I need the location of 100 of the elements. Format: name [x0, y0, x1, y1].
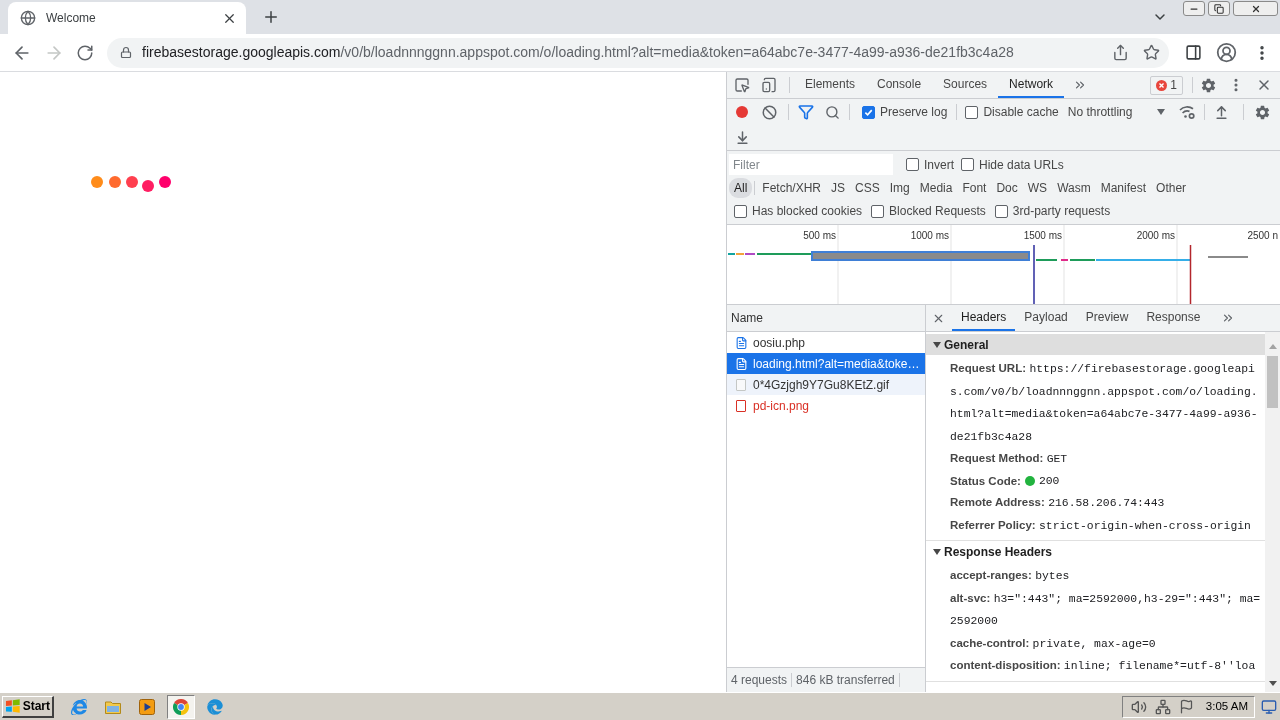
- plus-icon[interactable]: [262, 8, 280, 26]
- detail-tab[interactable]: Preview: [1076, 305, 1138, 331]
- type-filter[interactable]: Fetch/XHR: [757, 178, 827, 198]
- type-filter[interactable]: All: [729, 178, 753, 198]
- close-button[interactable]: [1233, 1, 1278, 16]
- column-header[interactable]: Name: [731, 309, 763, 327]
- devices-icon[interactable]: [761, 77, 777, 93]
- download-icon[interactable]: [735, 130, 750, 145]
- e-logo-icon: [71, 698, 87, 715]
- profile-icon[interactable]: [1216, 42, 1237, 63]
- header-entry: Request Method: GET: [950, 451, 1069, 467]
- caret-down-icon: [1156, 109, 1165, 115]
- request-row[interactable]: 0*4Gzjgh9Y7Gu8KEtZ.gif: [727, 374, 925, 395]
- type-filter[interactable]: JS: [826, 178, 851, 198]
- type-filter[interactable]: Other: [1151, 178, 1192, 198]
- cursor-in-square-icon[interactable]: [734, 77, 750, 93]
- type-filter[interactable]: CSS: [850, 178, 885, 198]
- detail-tab[interactable]: Headers: [952, 305, 1016, 331]
- tick-label: 2500 n: [1247, 230, 1278, 242]
- search-icon[interactable]: [825, 104, 840, 120]
- throttling-select[interactable]: No throttling: [1067, 103, 1170, 121]
- restore-icon: [1214, 3, 1224, 14]
- checkbox[interactable]: [906, 158, 919, 171]
- scrollbar-thumb[interactable]: [1267, 356, 1278, 408]
- request-row[interactable]: loading.html?alt=media&toke…: [727, 353, 925, 374]
- monitor-icon[interactable]: [1261, 698, 1277, 715]
- detail-tab[interactable]: Payload: [1015, 305, 1077, 331]
- reload-icon[interactable]: [76, 43, 94, 62]
- request-row[interactable]: pd-icn.png: [727, 395, 925, 416]
- checkbox[interactable]: [734, 204, 747, 218]
- star-icon[interactable]: [1143, 44, 1160, 61]
- settings-icon[interactable]: [1253, 103, 1271, 121]
- globe-icon: [20, 10, 36, 26]
- section-header[interactable]: Response Headers: [926, 541, 1265, 562]
- type-filter[interactable]: WS: [1022, 178, 1053, 198]
- checkbox[interactable]: [871, 204, 885, 218]
- tick-label: 2000 ms: [1136, 230, 1175, 242]
- type-filter[interactable]: Media: [914, 178, 958, 198]
- close-icon: [1250, 3, 1261, 14]
- panel-tab[interactable]: Sources: [932, 72, 999, 98]
- error-count-button[interactable]: 1: [1150, 75, 1183, 95]
- settings-icon[interactable]: [1200, 76, 1217, 94]
- header-name: Status Code:: [950, 473, 1021, 489]
- minimize-button[interactable]: [1183, 1, 1205, 16]
- share-icon[interactable]: [1112, 44, 1129, 61]
- url-text: firebasestorage.googleapis.com/v0/b/loadnnnggnn.appspot.com/o/loading.html?alt=media&token=a64abc7e-3477-4a99-a936-de21fb3c4a28: [142, 43, 1014, 62]
- browser-tab[interactable]: Welcome: [8, 2, 246, 34]
- checkbox-label[interactable]: Has blocked cookies: [752, 202, 863, 220]
- flag-icon[interactable]: [1178, 699, 1194, 714]
- upload-icon[interactable]: [1213, 104, 1229, 120]
- panel-tab[interactable]: Network: [998, 72, 1065, 98]
- header-entry: Request URL: https://firebasestorage.googleapis.com/v0/b/loadnnnggnn.appspot.com/o/loading.html?alt=media&token=a64abc7e-3477-4a99-a936-de21fb3c4a28: [950, 361, 1259, 445]
- checkbox-label[interactable]: Disable cache: [983, 103, 1059, 121]
- close-icon[interactable]: [1256, 77, 1272, 93]
- request-row[interactable]: oosiu.php: [727, 332, 925, 353]
- type-filter[interactable]: Img: [884, 178, 915, 198]
- checkbox-label[interactable]: Preserve log: [880, 103, 948, 121]
- filter-icon[interactable]: [798, 104, 814, 120]
- swirl-icon: [207, 698, 223, 715]
- header-entry: accept-ranges: bytes: [950, 568, 1071, 584]
- section-header[interactable]: General: [926, 334, 1265, 355]
- tick-label: 1000 ms: [910, 230, 949, 242]
- header-entry: Remote Address: 216.58.206.74:443: [950, 495, 1166, 511]
- type-filter[interactable]: Manifest: [1095, 178, 1152, 198]
- tick-label: 1500 ms: [1023, 230, 1062, 242]
- header-entry: cache-control: private, max-age=0: [950, 635, 1157, 652]
- network-icon[interactable]: [1154, 698, 1171, 715]
- checkbox-label[interactable]: Blocked Requests: [889, 202, 986, 220]
- wifi-gear-icon[interactable]: [1178, 104, 1195, 120]
- flag-icon: [5, 699, 21, 713]
- clock: 3:05 AM: [1205, 698, 1248, 714]
- side-panel-icon[interactable]: [1185, 44, 1202, 61]
- status-text: 4 requests: [730, 672, 789, 689]
- detail-tab[interactable]: Response: [1137, 305, 1210, 331]
- taskbar-button[interactable]: [167, 694, 195, 719]
- type-filter[interactable]: Wasm: [1052, 178, 1096, 198]
- scroll-down-icon[interactable]: [1268, 681, 1277, 686]
- block-icon[interactable]: [762, 104, 777, 120]
- image-file-icon: [736, 399, 746, 412]
- speaker-icon[interactable]: [1130, 698, 1147, 715]
- panel-tab[interactable]: Elements: [794, 72, 867, 98]
- checkbox[interactable]: [961, 158, 974, 171]
- folder-icon: [105, 699, 121, 714]
- checkbox[interactable]: [965, 105, 979, 119]
- document-icon: [735, 356, 748, 371]
- filter-field[interactable]: Filter: [729, 154, 893, 175]
- checkbox[interactable]: [862, 105, 875, 119]
- lock-icon: [120, 46, 132, 59]
- type-filter[interactable]: Doc: [991, 178, 1023, 198]
- record-icon[interactable]: [736, 106, 748, 118]
- start-button[interactable]: Start: [2, 695, 54, 718]
- checkbox-label[interactable]: Invert: [924, 155, 954, 174]
- checkbox[interactable]: [994, 204, 1008, 218]
- checkbox-label[interactable]: 3rd-party requests: [1012, 202, 1111, 220]
- panel-tab[interactable]: Console: [866, 72, 933, 98]
- type-filter[interactable]: Font: [957, 178, 992, 198]
- address-bar[interactable]: firebasestorage.googleapis.com/v0/b/loadnnnggnn.appspot.com/o/loading.html?alt=media&token=a64abc7e-3477-4a99-a936-de21fb3c4a28: [107, 37, 1169, 68]
- scrollbar[interactable]: [1265, 332, 1280, 692]
- restore-button[interactable]: [1208, 1, 1230, 16]
- checkbox-label[interactable]: Hide data URLs: [979, 155, 1064, 174]
